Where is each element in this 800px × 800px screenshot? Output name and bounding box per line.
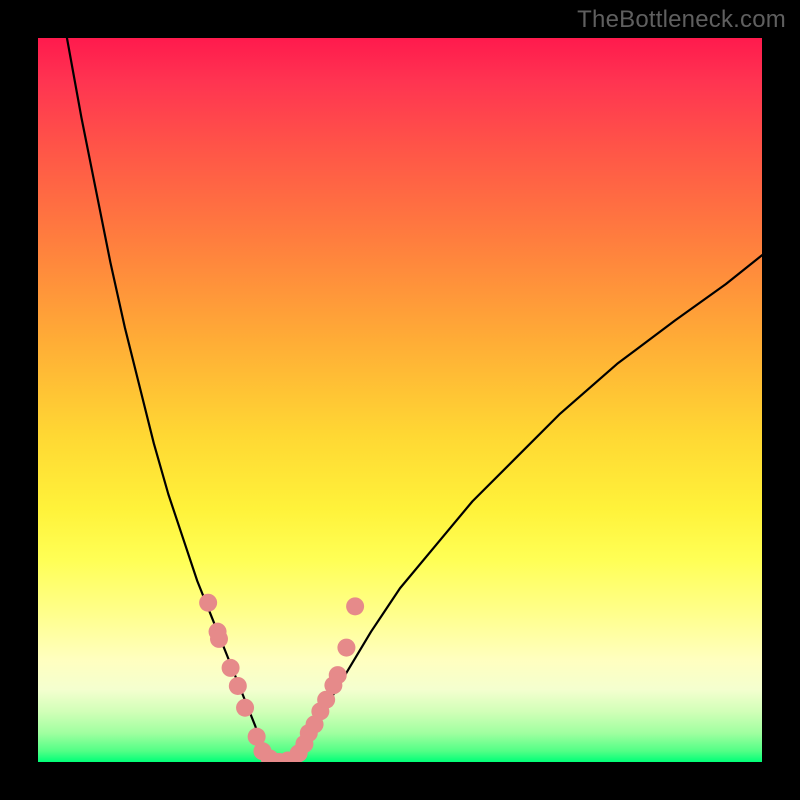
marker-dot bbox=[229, 677, 247, 695]
marker-dot bbox=[210, 630, 228, 648]
watermark-text: TheBottleneck.com bbox=[577, 6, 786, 34]
curve-path bbox=[67, 38, 762, 762]
marker-dot bbox=[337, 639, 355, 657]
plot-area bbox=[38, 38, 762, 762]
marker-dot bbox=[236, 699, 254, 717]
chart-svg bbox=[38, 38, 762, 762]
marker-dot bbox=[222, 659, 240, 677]
marker-group bbox=[199, 594, 364, 762]
marker-dot bbox=[199, 594, 217, 612]
marker-dot bbox=[329, 666, 347, 684]
frame: TheBottleneck.com bbox=[0, 0, 800, 800]
bottleneck-curve bbox=[67, 38, 762, 762]
marker-dot bbox=[346, 597, 364, 615]
